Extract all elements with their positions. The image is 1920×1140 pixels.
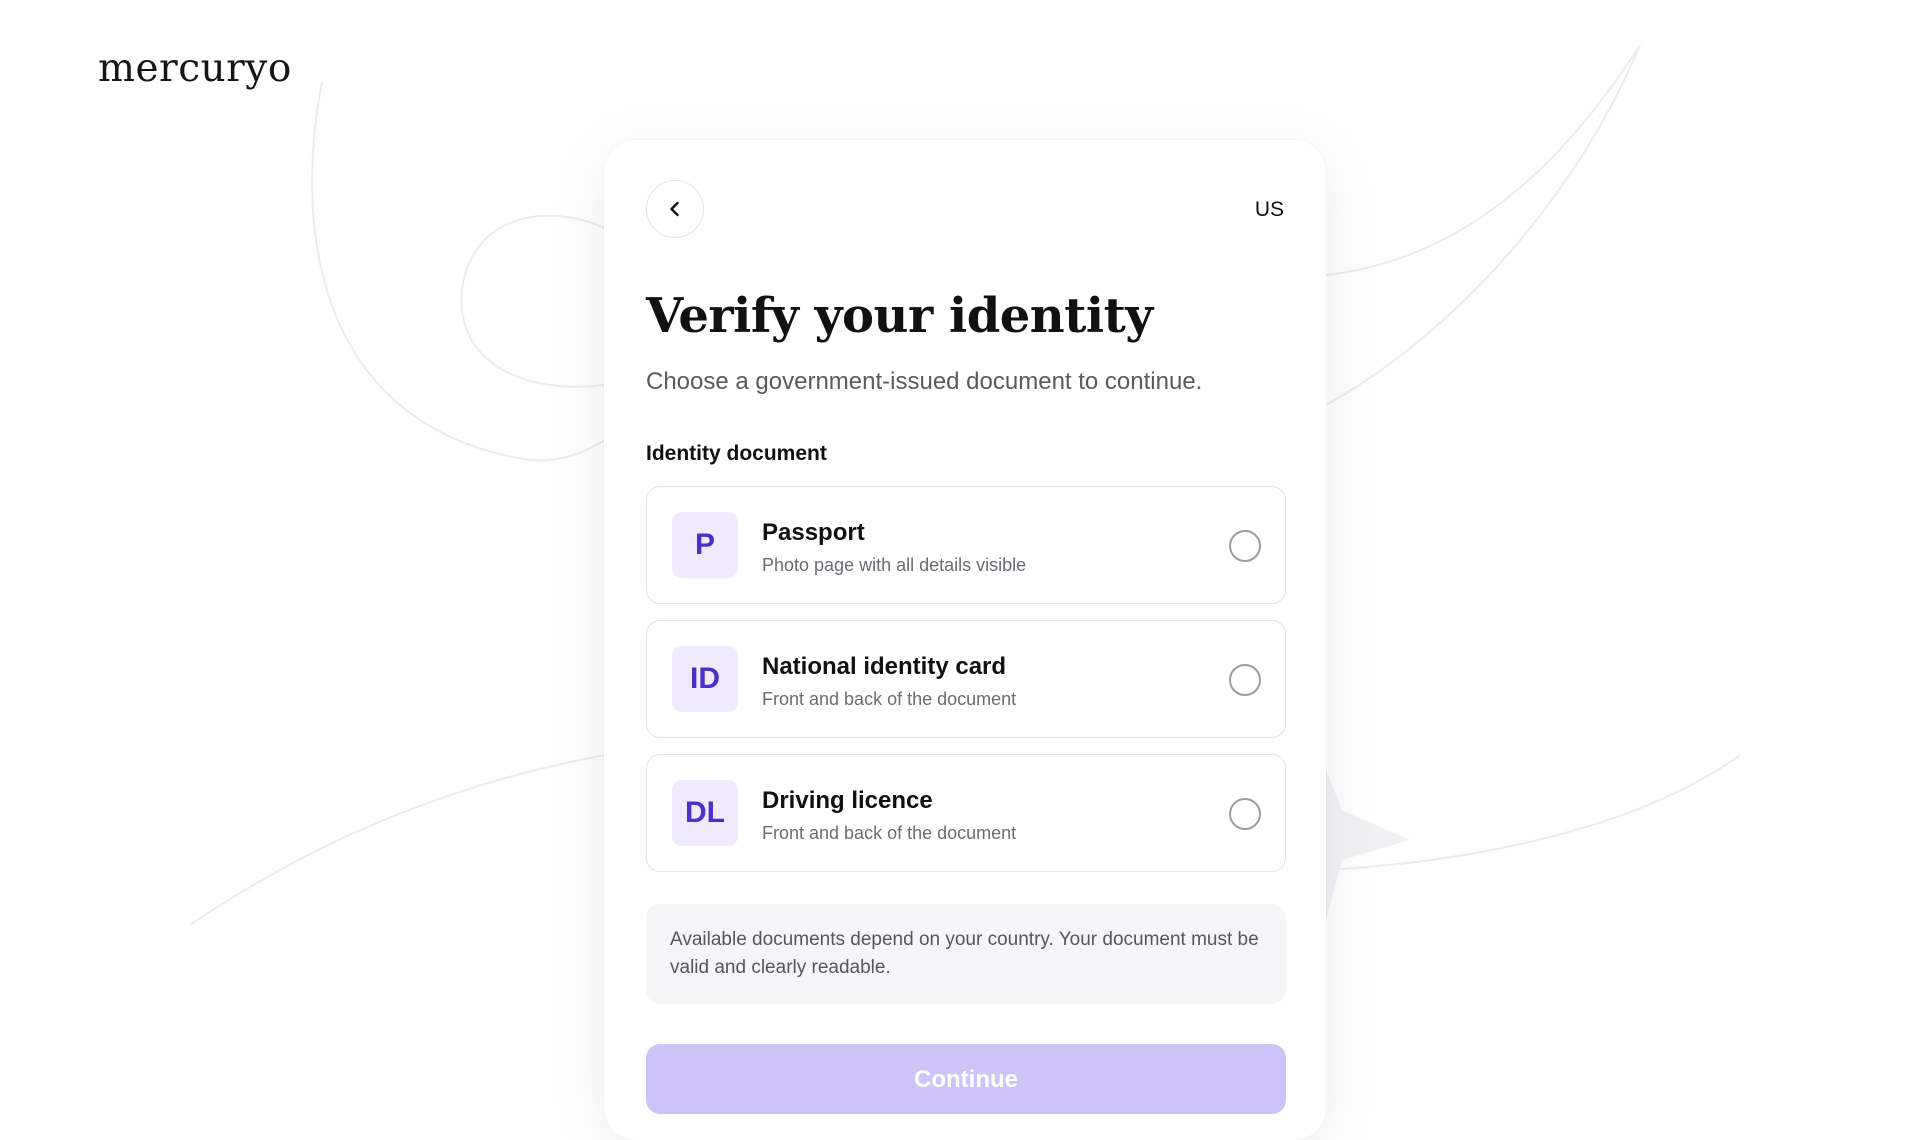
country-selector[interactable]: US bbox=[1255, 198, 1284, 222]
chevron-left-icon bbox=[670, 201, 679, 217]
national-id-radio[interactable] bbox=[1229, 664, 1261, 696]
page-subtitle: Choose a government-issued document to c… bbox=[646, 368, 1203, 395]
document-option-passport[interactable]: P Passport Photo page with all details v… bbox=[646, 486, 1286, 604]
option-description: Front and back of the document bbox=[762, 823, 1017, 843]
option-title: Driving licence bbox=[762, 787, 933, 814]
option-title: Passport bbox=[762, 519, 865, 546]
driving-licence-badge: DL bbox=[672, 780, 738, 846]
continue-button[interactable]: Continue bbox=[646, 1044, 1286, 1114]
info-notice: Available documents depend on your count… bbox=[646, 904, 1286, 1004]
document-option-driving-licence[interactable]: DL Driving licence Front and back of the… bbox=[646, 754, 1286, 872]
option-description: Front and back of the document bbox=[762, 689, 1017, 709]
back-button[interactable] bbox=[646, 180, 704, 238]
section-label: Identity document bbox=[646, 442, 827, 465]
option-title: National identity card bbox=[762, 653, 1007, 680]
option-description: Photo page with all details visible bbox=[762, 555, 1027, 575]
driving-licence-radio[interactable] bbox=[1229, 798, 1261, 830]
document-option-national-id[interactable]: ID National identity card Front and back… bbox=[646, 620, 1286, 738]
brand-logo: mercuryo bbox=[98, 46, 292, 91]
passport-badge: P bbox=[672, 512, 738, 578]
verification-card: US Verify your identity Choose a governm… bbox=[604, 140, 1326, 1140]
document-options: P Passport Photo page with all details v… bbox=[646, 486, 1286, 888]
national-id-badge: ID bbox=[672, 646, 738, 712]
page-title: Verify your identity bbox=[646, 288, 1153, 344]
passport-radio[interactable] bbox=[1229, 530, 1261, 562]
